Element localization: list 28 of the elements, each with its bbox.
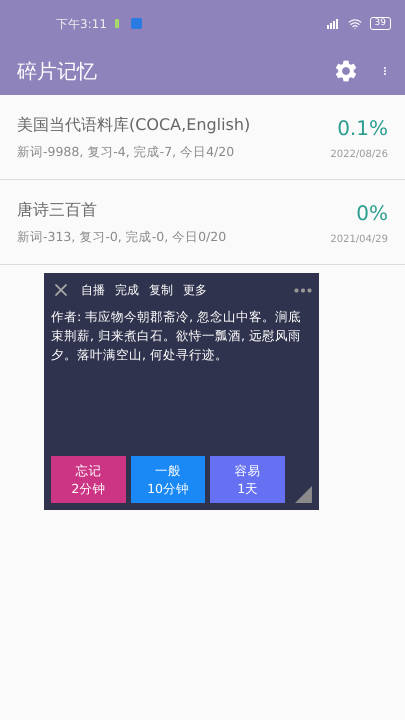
answer-button[interactable]: 忘记 2分钟 [51, 456, 126, 503]
deck-title: 唐诗三百首 [17, 198, 98, 221]
progress-percent: 0.1% [337, 114, 388, 142]
deck-title: 美国当代语料库(COCA,English) [17, 114, 252, 136]
deck-date: 2021/04/29 [330, 232, 388, 246]
card-content: 作者: 韦应物今朝郡斋冷, 忽念山中客。涧底束荆薪, 归来煮白石。欲恃一瓢酒, 远慰风雨夕。落叶满空山, 何处寻行迹。 [51, 308, 302, 364]
action-button[interactable]: 完成 [115, 281, 139, 299]
progress-percent: 0% [356, 200, 388, 226]
deck-date: 2022/08/26 [330, 148, 388, 162]
settings-button[interactable] [333, 58, 359, 84]
battery-saver-icon [114, 19, 119, 28]
wifi-icon [348, 16, 362, 30]
action-button[interactable]: 复制 [149, 281, 173, 299]
answer-button[interactable]: 容易 1天 [210, 456, 286, 503]
resize-handle-icon[interactable] [295, 486, 312, 503]
battery-icon: 39 [370, 17, 391, 30]
deck-stats: 新词-9988, 复习-4, 完成-7, 今日4/20 [17, 142, 236, 161]
action-button[interactable]: 自播 [81, 281, 105, 299]
action-button[interactable]: 更多 [183, 281, 207, 299]
deck-item[interactable]: 美国当代语料库(COCA,English) 新词-9988, 复习-4, 完成-7, 今日4/20 0.1% 2022/08/26 [0, 95, 405, 180]
deck-item[interactable]: 唐诗三百首 新词-313, 复习-0, 完成-0, 今日0/20 0% 2021/04/29 [0, 180, 405, 265]
answer-button[interactable]: 一般 10分钟 [130, 456, 206, 503]
more-icon[interactable] [294, 288, 312, 292]
app-title: 碎片记忆 [17, 58, 98, 85]
status-time: 下午3:11 [56, 16, 107, 32]
settings-icon [333, 58, 359, 84]
deck-stats: 新词-313, 复习-0, 完成-0, 今日0/20 [17, 228, 228, 246]
signal-icon [326, 18, 340, 29]
